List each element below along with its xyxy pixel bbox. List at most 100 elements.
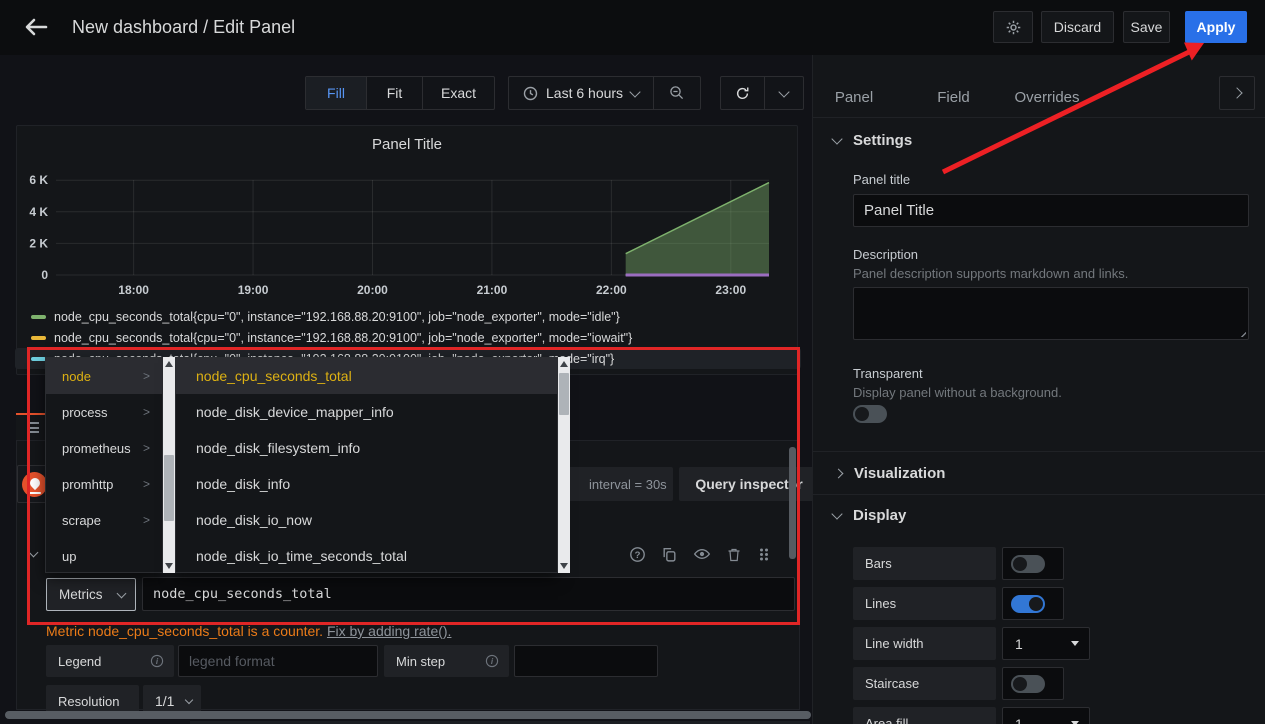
description-textarea[interactable] xyxy=(853,287,1249,340)
time-picker-group: Last 6 hours xyxy=(508,76,701,110)
legend-item[interactable]: node_cpu_seconds_total{cpu="0", instance… xyxy=(31,327,632,348)
chevron-down-icon xyxy=(117,588,127,598)
refresh-button[interactable] xyxy=(721,77,765,109)
fill-tab[interactable]: Fill xyxy=(306,77,367,109)
counter-warning-text: Metric node_cpu_seconds_total is a count… xyxy=(46,623,323,639)
description-help: Panel description supports markdown and … xyxy=(853,266,1128,281)
discard-button[interactable]: Discard xyxy=(1041,11,1114,43)
legend-item[interactable]: node_cpu_seconds_total{cpu="0", instance… xyxy=(31,306,620,327)
display-mode-group: Fill Fit Exact xyxy=(305,76,495,110)
bars-toggle[interactable] xyxy=(1002,547,1064,580)
display-row-area-fill: Area fill1 xyxy=(853,707,1253,724)
refresh-interval-button[interactable] xyxy=(765,77,803,109)
lines-toggle[interactable] xyxy=(1002,587,1064,620)
metric-item-node_disk_io_now[interactable]: node_disk_io_now xyxy=(176,502,557,538)
visualization-section-header[interactable]: Visualization xyxy=(835,465,945,482)
metric-group-promhttp[interactable]: promhttp> xyxy=(46,466,162,502)
horizontal-scrollbar[interactable] xyxy=(5,711,811,719)
refresh-icon xyxy=(735,86,750,101)
submenu-arrow-icon: > xyxy=(143,405,150,419)
drag-handle-icon[interactable] xyxy=(757,546,771,563)
tab-field[interactable]: Field xyxy=(916,78,991,117)
panel-title-input[interactable] xyxy=(853,194,1249,227)
panel-preview: Panel Title 02 K4 K6 K18:0019:0020:0021:… xyxy=(16,125,798,375)
delete-query-icon[interactable] xyxy=(726,546,742,563)
metric-item-node_disk_filesystem_info[interactable]: node_disk_filesystem_info xyxy=(176,430,557,466)
resize-handle-icon[interactable] xyxy=(1237,328,1246,337)
svg-text:19:00: 19:00 xyxy=(238,283,269,297)
lines-label: Lines xyxy=(853,587,996,620)
transparent-help: Display panel without a background. xyxy=(853,385,1062,400)
metric-group-label: prometheus xyxy=(62,441,131,456)
database-icon xyxy=(27,422,46,433)
metric-item-node_disk_io_time_seconds_total[interactable]: node_disk_io_time_seconds_total xyxy=(176,538,557,574)
duplicate-query-icon[interactable] xyxy=(661,546,678,563)
line-width-select[interactable]: 1 xyxy=(1002,627,1090,660)
query-tab[interactable] xyxy=(16,413,46,440)
time-series-chart[interactable]: 02 K4 K6 K18:0019:0020:0021:0022:0023:00 xyxy=(17,156,799,306)
legend-color-marker xyxy=(31,315,46,319)
help-icon[interactable]: ? xyxy=(629,546,646,563)
svg-text:18:00: 18:00 xyxy=(118,283,149,297)
tab-overrides[interactable]: Overrides xyxy=(1001,78,1093,117)
metric-list-scrollbar[interactable] xyxy=(558,357,570,573)
svg-text:23:00: 23:00 xyxy=(715,283,746,297)
zoom-out-button[interactable] xyxy=(654,77,700,109)
options-sidebar: Panel Field Overrides Settings Panel tit… xyxy=(812,55,1265,724)
legend-field-label: Legend i xyxy=(46,645,174,677)
metric-group-up[interactable]: up xyxy=(46,538,162,574)
exact-tab[interactable]: Exact xyxy=(423,77,494,109)
submenu-arrow-icon: > xyxy=(143,513,150,527)
chevron-right-icon xyxy=(1231,87,1242,98)
svg-text:4 K: 4 K xyxy=(29,205,48,219)
legend-format-input[interactable] xyxy=(178,645,378,677)
back-button[interactable] xyxy=(22,13,52,43)
staircase-toggle[interactable] xyxy=(1002,667,1064,700)
transparent-toggle[interactable] xyxy=(853,405,887,423)
min-step-input[interactable] xyxy=(514,645,658,677)
metric-group-label: process xyxy=(62,405,108,420)
svg-text:0: 0 xyxy=(41,268,48,282)
hide-query-icon[interactable] xyxy=(693,545,711,563)
metric-group-scrape[interactable]: scrape> xyxy=(46,502,162,538)
metric-item-node_disk_device_mapper_info[interactable]: node_disk_device_mapper_info xyxy=(176,394,557,430)
metric-group-scrollbar[interactable] xyxy=(163,357,175,573)
metric-item-node_cpu_seconds_total[interactable]: node_cpu_seconds_total xyxy=(176,358,557,394)
area-fill-select[interactable]: 1 xyxy=(1002,707,1090,724)
panel-settings-button[interactable] xyxy=(993,11,1033,43)
grafana-edit-panel-screen: New dashboard / Edit Panel Discard Save … xyxy=(0,0,1265,724)
display-row-lines: Lines xyxy=(853,587,1253,620)
min-step-label: Min step i xyxy=(384,645,509,677)
metric-item-label: node_disk_io_now xyxy=(196,512,312,528)
zoom-out-icon xyxy=(669,85,685,101)
tabs-divider xyxy=(813,117,1265,118)
apply-button[interactable]: Apply xyxy=(1185,11,1247,43)
page-title: New dashboard / Edit Panel xyxy=(72,17,295,38)
metric-group-node[interactable]: node> xyxy=(46,358,162,394)
fix-rate-link[interactable]: Fix by adding rate(). xyxy=(327,623,452,639)
tab-panel[interactable]: Panel xyxy=(819,78,889,117)
transparent-label: Transparent xyxy=(853,366,923,381)
save-button[interactable]: Save xyxy=(1123,11,1170,43)
metric-item-node_disk_info[interactable]: node_disk_info xyxy=(176,466,557,502)
chevron-down-icon xyxy=(778,86,789,97)
query-inspector-button[interactable]: Query inspector xyxy=(679,467,819,501)
fit-tab[interactable]: Fit xyxy=(367,77,423,109)
settings-header-label: Settings xyxy=(853,132,912,149)
metric-group-prometheus[interactable]: prometheus> xyxy=(46,430,162,466)
collapse-sidebar-button[interactable] xyxy=(1219,76,1255,110)
display-row-bars: Bars xyxy=(853,547,1253,580)
svg-text:i: i xyxy=(491,657,494,666)
metric-group-label: up xyxy=(62,549,76,564)
display-row-line-width: Line width1 xyxy=(853,627,1253,660)
settings-section-header[interactable]: Settings xyxy=(833,132,912,149)
time-range-button[interactable]: Last 6 hours xyxy=(509,77,654,109)
display-section-header[interactable]: Display xyxy=(833,507,906,524)
metric-query-input[interactable] xyxy=(142,577,795,611)
vertical-scrollbar[interactable] xyxy=(789,447,796,559)
legend-color-marker xyxy=(31,336,46,340)
section-divider xyxy=(813,451,1265,452)
metrics-dropdown-button[interactable]: Metrics xyxy=(46,578,136,611)
query-collapse-icon[interactable] xyxy=(29,548,39,558)
metric-group-process[interactable]: process > xyxy=(46,394,162,430)
